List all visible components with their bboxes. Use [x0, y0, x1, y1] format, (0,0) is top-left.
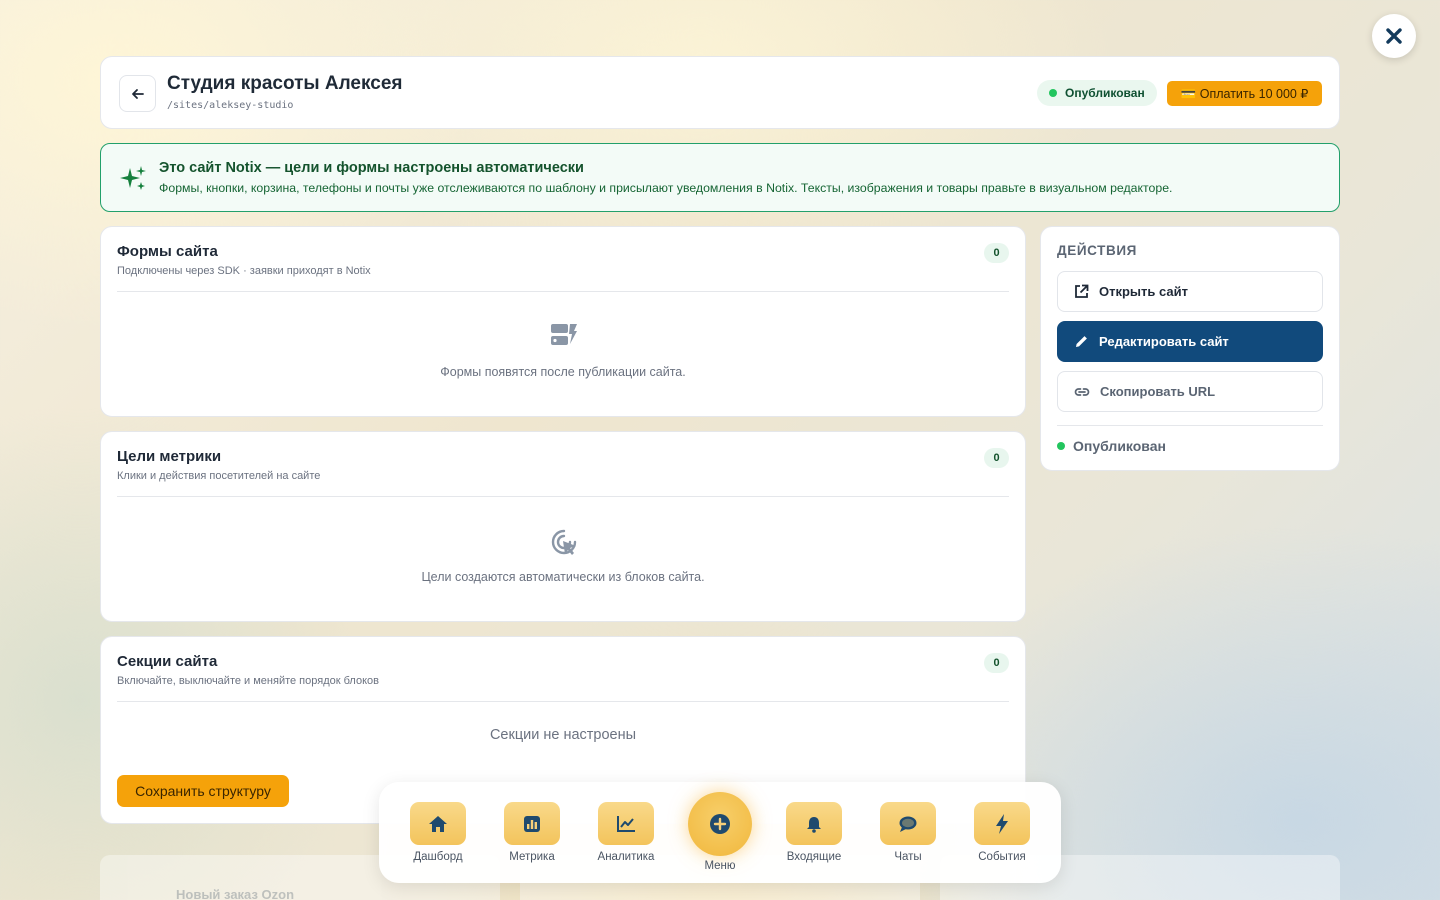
dock-label: Чаты: [894, 851, 922, 863]
dock-item-analytics[interactable]: Аналитика: [586, 802, 666, 863]
status-dot-icon: [1057, 442, 1065, 450]
forms-title: Формы сайта: [117, 243, 218, 260]
dock-label: Меню: [704, 860, 736, 872]
dock-item-events[interactable]: События: [962, 802, 1042, 863]
publish-status: Опубликован: [1057, 438, 1166, 454]
actions-panel: ДЕЙСТВИЯ Открыть сайт Редактировать сайт…: [1040, 226, 1340, 471]
external-link-icon: [1075, 284, 1089, 298]
divider: [117, 291, 1009, 292]
divider: [1057, 425, 1323, 426]
publish-status-label: Опубликован: [1073, 438, 1166, 454]
forms-panel: Формы сайта Подключены через SDK · заявк…: [100, 226, 1026, 417]
dock-item-chats[interactable]: Чаты: [868, 802, 948, 863]
site-header: Студия красоты Алексея /sites/aleksey-st…: [100, 56, 1340, 129]
save-structure-label: Сохранить структуру: [135, 783, 271, 799]
analytics-icon: [598, 802, 654, 845]
ghost-text: Новый заказ Ozon: [176, 887, 295, 900]
click-target-icon: [551, 529, 577, 555]
actions-title: ДЕЙСТВИЯ: [1057, 243, 1137, 258]
divider: [117, 496, 1009, 497]
status-label: Опубликован: [1065, 86, 1145, 100]
link-icon: [1074, 387, 1090, 396]
home-icon: [410, 802, 466, 845]
dock-label: События: [978, 851, 1026, 863]
pay-button-label: 💳 Оплатить 10 000 ₽: [1180, 86, 1309, 101]
forms-empty-text: Формы появятся после публикации сайта.: [440, 365, 686, 379]
edit-site-button[interactable]: Редактировать сайт: [1057, 321, 1323, 362]
dock-label: Дашборд: [413, 851, 463, 863]
forms-bolt-icon: [551, 324, 577, 345]
site-path: /sites/aleksey-studio: [167, 100, 294, 111]
pencil-icon: [1076, 336, 1087, 347]
bolt-icon: [974, 802, 1030, 845]
auto-setup-notice: Это сайт Notix — цели и формы настроены …: [100, 143, 1340, 212]
bell-icon: [786, 802, 842, 845]
open-site-button[interactable]: Открыть сайт: [1057, 271, 1323, 312]
goals-subtitle: Клики и действия посетителей на сайте: [117, 470, 321, 482]
close-icon: [1386, 28, 1402, 44]
dock-item-metrics[interactable]: Метрика: [492, 802, 572, 863]
copy-url-label: Скопировать URL: [1100, 384, 1216, 399]
status-dot-icon: [1049, 89, 1057, 97]
dock-item-menu[interactable]: Меню: [680, 792, 760, 872]
chat-icon: [880, 802, 936, 845]
dock-item-dashboard[interactable]: Дашборд: [398, 802, 478, 863]
notice-title: Это сайт Notix — цели и формы настроены …: [159, 160, 584, 176]
notice-text: Формы, кнопки, корзина, телефоны и почты…: [159, 181, 1173, 195]
close-button[interactable]: [1372, 14, 1416, 58]
metrics-icon: [504, 802, 560, 845]
dock-label: Метрика: [509, 851, 555, 863]
status-badge: Опубликован: [1037, 80, 1157, 106]
back-button[interactable]: [119, 75, 156, 112]
open-site-label: Открыть сайт: [1099, 284, 1188, 299]
arrow-left-icon: [131, 88, 144, 99]
forms-subtitle: Подключены через SDK · заявки приходят в…: [117, 265, 371, 277]
edit-site-label: Редактировать сайт: [1099, 334, 1229, 349]
save-structure-button[interactable]: Сохранить структуру: [117, 775, 289, 807]
page-title: Студия красоты Алексея: [167, 73, 403, 94]
divider: [117, 701, 1009, 702]
goals-title: Цели метрики: [117, 448, 222, 465]
dock-label: Аналитика: [597, 851, 655, 863]
forms-count-badge: 0: [984, 243, 1009, 263]
dock-item-inbox[interactable]: Входящие: [774, 802, 854, 863]
bottom-dock: Дашборд Метрика Аналитика Меню Входящие …: [379, 782, 1061, 883]
sections-empty-text: Секции не настроены: [489, 727, 637, 743]
goals-empty-text: Цели создаются автоматически из блоков с…: [421, 570, 705, 584]
plus-circle-icon: [688, 792, 752, 856]
goals-panel: Цели метрики Клики и действия посетителе…: [100, 431, 1026, 622]
sections-title: Секции сайта: [117, 653, 218, 670]
dock-label: Входящие: [786, 851, 842, 863]
goals-count-badge: 0: [984, 448, 1009, 468]
pay-button[interactable]: 💳 Оплатить 10 000 ₽: [1167, 81, 1322, 106]
copy-url-button[interactable]: Скопировать URL: [1057, 371, 1323, 412]
sections-subtitle: Включайте, выключайте и меняйте порядок …: [117, 675, 379, 687]
sparkles-icon: [120, 166, 146, 190]
sections-count-badge: 0: [984, 653, 1009, 673]
